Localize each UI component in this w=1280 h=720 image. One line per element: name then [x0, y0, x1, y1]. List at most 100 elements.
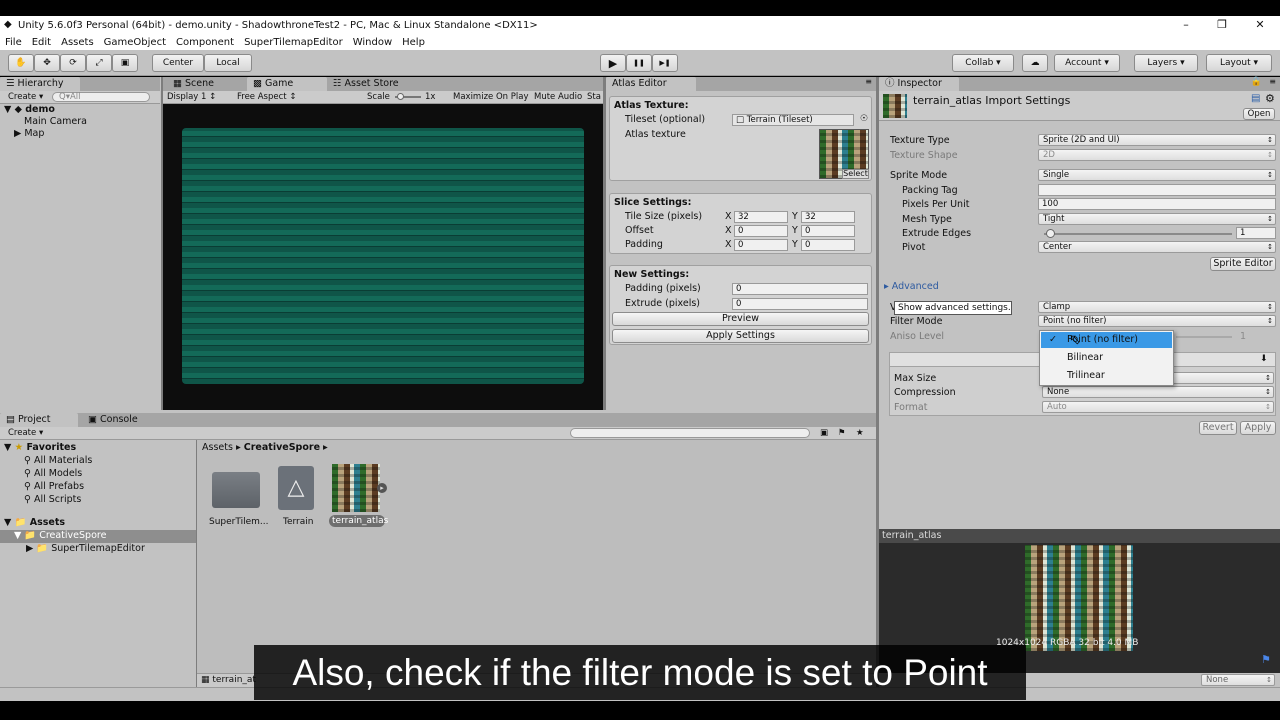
sprite-editor-button[interactable]: Sprite Editor — [1210, 257, 1276, 271]
tile-size-x-input[interactable]: 32 — [734, 211, 788, 223]
open-button[interactable]: Open — [1243, 108, 1275, 120]
account-dropdown[interactable]: Account ▾ — [1054, 54, 1120, 72]
revert-button[interactable]: Revert — [1199, 421, 1237, 435]
menu-assets[interactable]: Assets — [56, 37, 99, 48]
padding-y-input[interactable]: 0 — [801, 239, 855, 251]
menu-gameobject[interactable]: GameObject — [99, 37, 171, 48]
cloud-icon[interactable]: ☁ — [1022, 54, 1048, 72]
menu-file[interactable]: File — [0, 37, 27, 48]
help-icon[interactable]: ▤ — [1251, 93, 1260, 104]
expand-arrow-icon[interactable]: ▸ — [377, 483, 387, 493]
extrude-slider-track[interactable] — [1044, 233, 1232, 235]
mute-audio-toggle[interactable]: Mute Audio — [534, 91, 582, 104]
step-button[interactable]: ▶❚ — [652, 54, 678, 72]
extrude-pixels-input[interactable]: 0 — [732, 298, 868, 310]
assets-root[interactable]: ▼ 📁 Assets — [4, 517, 65, 528]
filter-option-bilinear[interactable]: Bilinear — [1041, 350, 1172, 366]
tab-hierarchy[interactable]: ☰ Hierarchy — [0, 77, 80, 91]
breadcrumb-creativespore[interactable]: CreativeSpore — [244, 442, 320, 453]
favorite-all-materials[interactable]: ⚲ All Materials — [24, 455, 92, 466]
texture-type-dropdown[interactable]: Sprite (2D and UI) — [1038, 134, 1276, 146]
sprite-mode-dropdown[interactable]: Single — [1038, 169, 1276, 181]
hierarchy-item-main-camera[interactable]: Main Camera — [4, 116, 87, 127]
close-button[interactable]: ✕ — [1242, 16, 1278, 34]
hierarchy-item-map[interactable]: ▶ Map — [4, 128, 87, 139]
terrain-atlas-thumbnail[interactable] — [332, 464, 380, 512]
apply-button[interactable]: Apply — [1240, 421, 1276, 435]
pivot-local-toggle[interactable]: Local — [204, 54, 252, 72]
rect-tool-icon[interactable]: ▣ — [112, 54, 138, 72]
scene-demo[interactable]: ▼ ◆ demo — [4, 104, 87, 115]
project-create-button[interactable]: Create ▾ — [8, 427, 43, 440]
mesh-type-dropdown[interactable]: Tight — [1038, 213, 1276, 225]
filter-type-icon[interactable]: ▣ — [820, 427, 828, 440]
extrude-slider-thumb[interactable] — [1045, 229, 1055, 238]
menu-edit[interactable]: Edit — [27, 37, 56, 48]
tab-atlas-editor[interactable]: Atlas Editor — [606, 77, 696, 91]
tab-inspector[interactable]: ⓘ Inspector — [879, 77, 959, 91]
maximize-on-play-toggle[interactable]: Maximize On Play — [453, 91, 528, 104]
rotate-tool-icon[interactable]: ⟳ — [60, 54, 86, 72]
folder-icon[interactable] — [212, 472, 260, 508]
collab-button[interactable]: Collab ▾ — [952, 54, 1014, 72]
game-viewport[interactable] — [163, 104, 603, 410]
tab-scene[interactable]: ▦ Scene — [167, 77, 220, 91]
tile-size-y-input[interactable]: 32 — [801, 211, 855, 223]
filter-mode-dropdown[interactable]: Point (no filter) — [1038, 315, 1276, 327]
gear-icon[interactable]: ⚙ — [1265, 92, 1275, 105]
tab-asset-store[interactable]: ☷ Asset Store — [327, 77, 405, 91]
display-dropdown[interactable]: Display 1 ↕ — [167, 91, 231, 104]
folder-creativespore[interactable]: ▼ 📁 CreativeSpore — [14, 530, 106, 541]
download-icon[interactable]: ⬇ — [1260, 354, 1268, 364]
favorite-star-icon[interactable]: ★ — [856, 427, 864, 440]
panel-menu-icon[interactable]: ≡ — [865, 77, 872, 86]
advanced-foldout[interactable]: ▸ Advanced — [884, 281, 939, 292]
splitter[interactable] — [603, 77, 606, 410]
pause-button[interactable]: ❚❚ — [626, 54, 652, 72]
pivot-center-toggle[interactable]: Center — [152, 54, 204, 72]
filter-label-icon[interactable]: ⚑ — [838, 427, 846, 440]
folder-supertilemapeditor[interactable]: ▶ 📁 SuperTilemapEditor — [26, 543, 145, 554]
offset-x-input[interactable]: 0 — [734, 225, 788, 237]
maximize-button[interactable]: ❐ — [1204, 16, 1240, 34]
menu-component[interactable]: Component — [171, 37, 239, 48]
tab-project[interactable]: ▤ Project — [0, 413, 78, 427]
menu-help[interactable]: Help — [397, 37, 430, 48]
favorite-all-scripts[interactable]: ⚲ All Scripts — [24, 494, 81, 505]
apply-settings-button[interactable]: Apply Settings — [612, 329, 869, 343]
tab-game[interactable]: ▩ Game — [247, 77, 327, 91]
play-button[interactable]: ▶ — [600, 54, 626, 72]
select-texture-button[interactable]: Select — [842, 169, 869, 179]
wrap-mode-dropdown[interactable]: Clamp — [1038, 301, 1276, 313]
favorite-all-models[interactable]: ⚲ All Models — [24, 468, 82, 479]
padding-x-input[interactable]: 0 — [734, 239, 788, 251]
aspect-dropdown[interactable]: Free Aspect ↕ — [237, 91, 359, 104]
tag-icon[interactable]: ⚑ — [1261, 653, 1271, 666]
layout-dropdown[interactable]: Layout ▾ — [1206, 54, 1272, 72]
hierarchy-search-input[interactable]: Q▾All — [52, 92, 150, 102]
filter-option-trilinear[interactable]: Trilinear — [1041, 368, 1172, 384]
minimize-button[interactable]: – — [1168, 16, 1204, 34]
preview-button[interactable]: Preview — [612, 312, 869, 326]
object-picker-icon[interactable]: ☉ — [860, 114, 868, 124]
lock-icon[interactable]: 🔒 — [1251, 77, 1262, 87]
hand-tool-icon[interactable]: ✋ — [8, 54, 34, 72]
offset-y-input[interactable]: 0 — [801, 225, 855, 237]
ppu-input[interactable]: 100 — [1038, 198, 1276, 210]
unity-asset-icon[interactable]: △ — [278, 466, 314, 510]
stats-toggle[interactable]: Sta — [587, 91, 601, 104]
asset-bundle-dropdown[interactable]: None — [1201, 674, 1275, 686]
tileset-object-field[interactable]: □ Terrain (Tileset) — [732, 114, 854, 126]
packing-tag-input[interactable] — [1038, 184, 1276, 196]
tab-console[interactable]: ▣ Console — [82, 413, 144, 427]
panel-menu-icon[interactable]: ≡ — [1269, 77, 1276, 86]
padding-pixels-input[interactable]: 0 — [732, 283, 868, 295]
scale-slider-thumb[interactable] — [397, 93, 404, 100]
favorites-header[interactable]: ▼ ★ Favorites — [4, 442, 76, 453]
favorite-all-prefabs[interactable]: ⚲ All Prefabs — [24, 481, 84, 492]
pivot-dropdown[interactable]: Center — [1038, 241, 1276, 253]
filter-option-point[interactable]: ✓ Point (no filter) — [1041, 332, 1172, 348]
breadcrumb-assets[interactable]: Assets — [202, 442, 233, 453]
menu-supertilemapeditor[interactable]: SuperTilemapEditor — [239, 37, 348, 48]
menu-window[interactable]: Window — [348, 37, 397, 48]
